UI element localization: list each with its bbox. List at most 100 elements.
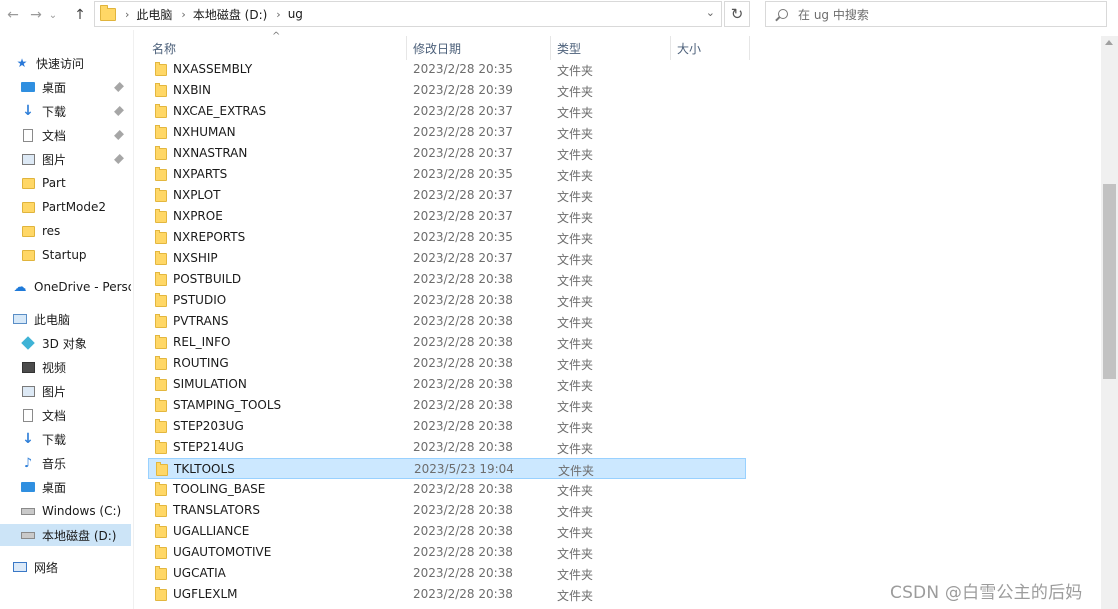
file-row[interactable]: NXPARTS 2023/2/28 20:35 文件夹 <box>148 164 746 185</box>
address-dropdown-icon[interactable]: ⌄ <box>706 6 715 19</box>
file-name[interactable]: POSTBUILD <box>173 272 241 286</box>
sidebar-item-14[interactable]: 文档 <box>0 404 131 426</box>
breadcrumb-separator-icon[interactable]: › <box>181 8 185 21</box>
file-row[interactable]: NXASSEMBLY 2023/2/28 20:35 文件夹 <box>148 59 746 80</box>
file-name[interactable]: NXNASTRAN <box>173 146 247 160</box>
file-row[interactable]: NXPROE 2023/2/28 20:37 文件夹 <box>148 206 746 227</box>
column-divider[interactable] <box>670 36 671 60</box>
file-name[interactable]: NXPROE <box>173 209 223 223</box>
file-name[interactable]: TRANSLATORS <box>173 503 260 517</box>
column-header-modified[interactable]: 修改日期 <box>413 40 461 57</box>
file-name[interactable]: PVTRANS <box>173 314 228 328</box>
scrollbar-thumb[interactable] <box>1103 184 1116 379</box>
file-name[interactable]: REL_INFO <box>173 335 230 349</box>
recent-locations-button[interactable]: ⌄ <box>46 4 60 26</box>
sidebar-item-2[interactable]: ↓ 下载 <box>0 100 131 122</box>
address-bar[interactable]: › 此电脑 › 本地磁盘 (D:) › ug ⌄ <box>94 1 722 27</box>
sidebar-item-0[interactable]: ★ 快速访问 <box>0 52 131 74</box>
file-row[interactable]: TRANSLATORS 2023/2/28 20:38 文件夹 <box>148 500 746 521</box>
file-row[interactable]: STAMPING_TOOLS 2023/2/28 20:38 文件夹 <box>148 395 746 416</box>
sidebar-item-12[interactable]: 视频 <box>0 356 131 378</box>
file-name[interactable]: NXSHIP <box>173 251 218 265</box>
search-input[interactable]: 在 ug 中搜索 <box>765 1 1107 27</box>
file-row[interactable]: UGCATIA 2023/2/28 20:38 文件夹 <box>148 563 746 584</box>
file-row[interactable]: REL_INFO 2023/2/28 20:38 文件夹 <box>148 332 746 353</box>
file-name[interactable]: STEP214UG <box>173 440 244 454</box>
up-button[interactable]: ↑ <box>69 4 91 26</box>
sidebar-item-17[interactable]: 桌面 <box>0 476 131 498</box>
file-row[interactable]: ROUTING 2023/2/28 20:38 文件夹 <box>148 353 746 374</box>
sidebar-item-3[interactable]: 文档 <box>0 124 131 146</box>
file-name[interactable]: NXREPORTS <box>173 230 245 244</box>
sidebar-item-5[interactable]: Part <box>0 172 131 194</box>
file-row[interactable]: STEP214UG 2023/2/28 20:38 文件夹 <box>148 437 746 458</box>
file-name[interactable]: NXPARTS <box>173 167 227 181</box>
column-header-size[interactable]: 大小 <box>677 40 701 57</box>
file-row[interactable]: NXREPORTS 2023/2/28 20:35 文件夹 <box>148 227 746 248</box>
file-row[interactable]: NXSHIP 2023/2/28 20:37 文件夹 <box>148 248 746 269</box>
pane-divider[interactable] <box>133 30 134 609</box>
file-name[interactable]: UGALLIANCE <box>173 524 249 538</box>
sidebar-item-6[interactable]: PartMode2 <box>0 196 131 218</box>
forward-button[interactable]: → <box>25 4 47 26</box>
sidebar-item-16[interactable]: ♪ 音乐 <box>0 452 131 474</box>
file-name[interactable]: TKLTOOLS <box>174 462 235 476</box>
sidebar-item-11[interactable]: 3D 对象 <box>0 332 131 354</box>
file-row[interactable]: UGALLIANCE 2023/2/28 20:38 文件夹 <box>148 521 746 542</box>
breadcrumb-this-pc[interactable]: 此电脑 <box>136 6 172 23</box>
sidebar-item-4[interactable]: 图片 <box>0 148 131 170</box>
file-row[interactable]: UGFLEXLM 2023/2/28 20:38 文件夹 <box>148 584 746 605</box>
file-name[interactable]: STAMPING_TOOLS <box>173 398 281 412</box>
breadcrumb-separator-icon[interactable]: › <box>125 8 129 21</box>
file-row[interactable]: TKLTOOLS 2023/5/23 19:04 文件夹 <box>148 458 746 479</box>
file-name[interactable]: ROUTING <box>173 356 229 370</box>
file-name[interactable]: TOOLING_BASE <box>173 482 265 496</box>
file-name[interactable]: UGCATIA <box>173 566 226 580</box>
file-row[interactable]: SIMULATION 2023/2/28 20:38 文件夹 <box>148 374 746 395</box>
column-header-name[interactable]: 名称 <box>152 40 176 57</box>
sidebar-item-19[interactable]: 本地磁盘 (D:) <box>0 524 131 546</box>
file-row[interactable]: NXNASTRAN 2023/2/28 20:37 文件夹 <box>148 143 746 164</box>
sidebar-item-15[interactable]: ↓ 下载 <box>0 428 131 450</box>
file-modified-date: 2023/2/28 20:39 <box>413 83 513 97</box>
column-header-type[interactable]: 类型 <box>557 40 581 57</box>
file-name[interactable]: SIMULATION <box>173 377 247 391</box>
file-row[interactable]: STEP203UG 2023/2/28 20:38 文件夹 <box>148 416 746 437</box>
file-row[interactable]: NXPLOT 2023/2/28 20:37 文件夹 <box>148 185 746 206</box>
file-row[interactable]: PVTRANS 2023/2/28 20:38 文件夹 <box>148 311 746 332</box>
sidebar-item-18[interactable]: Windows (C:) <box>0 500 131 522</box>
column-divider[interactable] <box>749 36 750 60</box>
scroll-up-icon[interactable] <box>1105 40 1113 45</box>
file-row[interactable]: NXHUMAN 2023/2/28 20:37 文件夹 <box>148 122 746 143</box>
file-name[interactable]: PSTUDIO <box>173 293 226 307</box>
sidebar-item-9[interactable]: ☁ OneDrive - Persc <box>0 276 132 298</box>
sidebar-item-7[interactable]: res <box>0 220 131 242</box>
file-name[interactable]: STEP203UG <box>173 419 244 433</box>
vertical-scrollbar[interactable] <box>1101 36 1118 609</box>
sidebar-item-13[interactable]: 图片 <box>0 380 131 402</box>
file-row[interactable]: POSTBUILD 2023/2/28 20:38 文件夹 <box>148 269 746 290</box>
file-row[interactable]: PSTUDIO 2023/2/28 20:38 文件夹 <box>148 290 746 311</box>
breadcrumb-separator-icon[interactable]: › <box>276 8 280 21</box>
back-button[interactable]: ← <box>2 4 24 26</box>
file-name[interactable]: UGAUTOMOTIVE <box>173 545 271 559</box>
breadcrumb-drive-d[interactable]: 本地磁盘 (D:) <box>193 6 267 23</box>
column-divider[interactable] <box>406 36 407 60</box>
column-divider[interactable] <box>550 36 551 60</box>
refresh-button[interactable]: ↻ <box>724 1 750 27</box>
breadcrumb-ug[interactable]: ug <box>288 7 303 21</box>
file-name[interactable]: NXHUMAN <box>173 125 236 139</box>
file-name[interactable]: NXASSEMBLY <box>173 62 252 76</box>
file-name[interactable]: NXPLOT <box>173 188 220 202</box>
file-row[interactable]: NXCAE_EXTRAS 2023/2/28 20:37 文件夹 <box>148 101 746 122</box>
sidebar-item-20[interactable]: 网络 <box>0 556 131 578</box>
sidebar-item-8[interactable]: Startup <box>0 244 131 266</box>
file-row[interactable]: TOOLING_BASE 2023/2/28 20:38 文件夹 <box>148 479 746 500</box>
file-name[interactable]: NXBIN <box>173 83 211 97</box>
sidebar-item-1[interactable]: 桌面 <box>0 76 131 98</box>
file-name[interactable]: NXCAE_EXTRAS <box>173 104 266 118</box>
file-row[interactable]: NXBIN 2023/2/28 20:39 文件夹 <box>148 80 746 101</box>
sidebar-item-10[interactable]: 此电脑 <box>0 308 131 330</box>
file-row[interactable]: UGAUTOMOTIVE 2023/2/28 20:38 文件夹 <box>148 542 746 563</box>
file-name[interactable]: UGFLEXLM <box>173 587 238 601</box>
